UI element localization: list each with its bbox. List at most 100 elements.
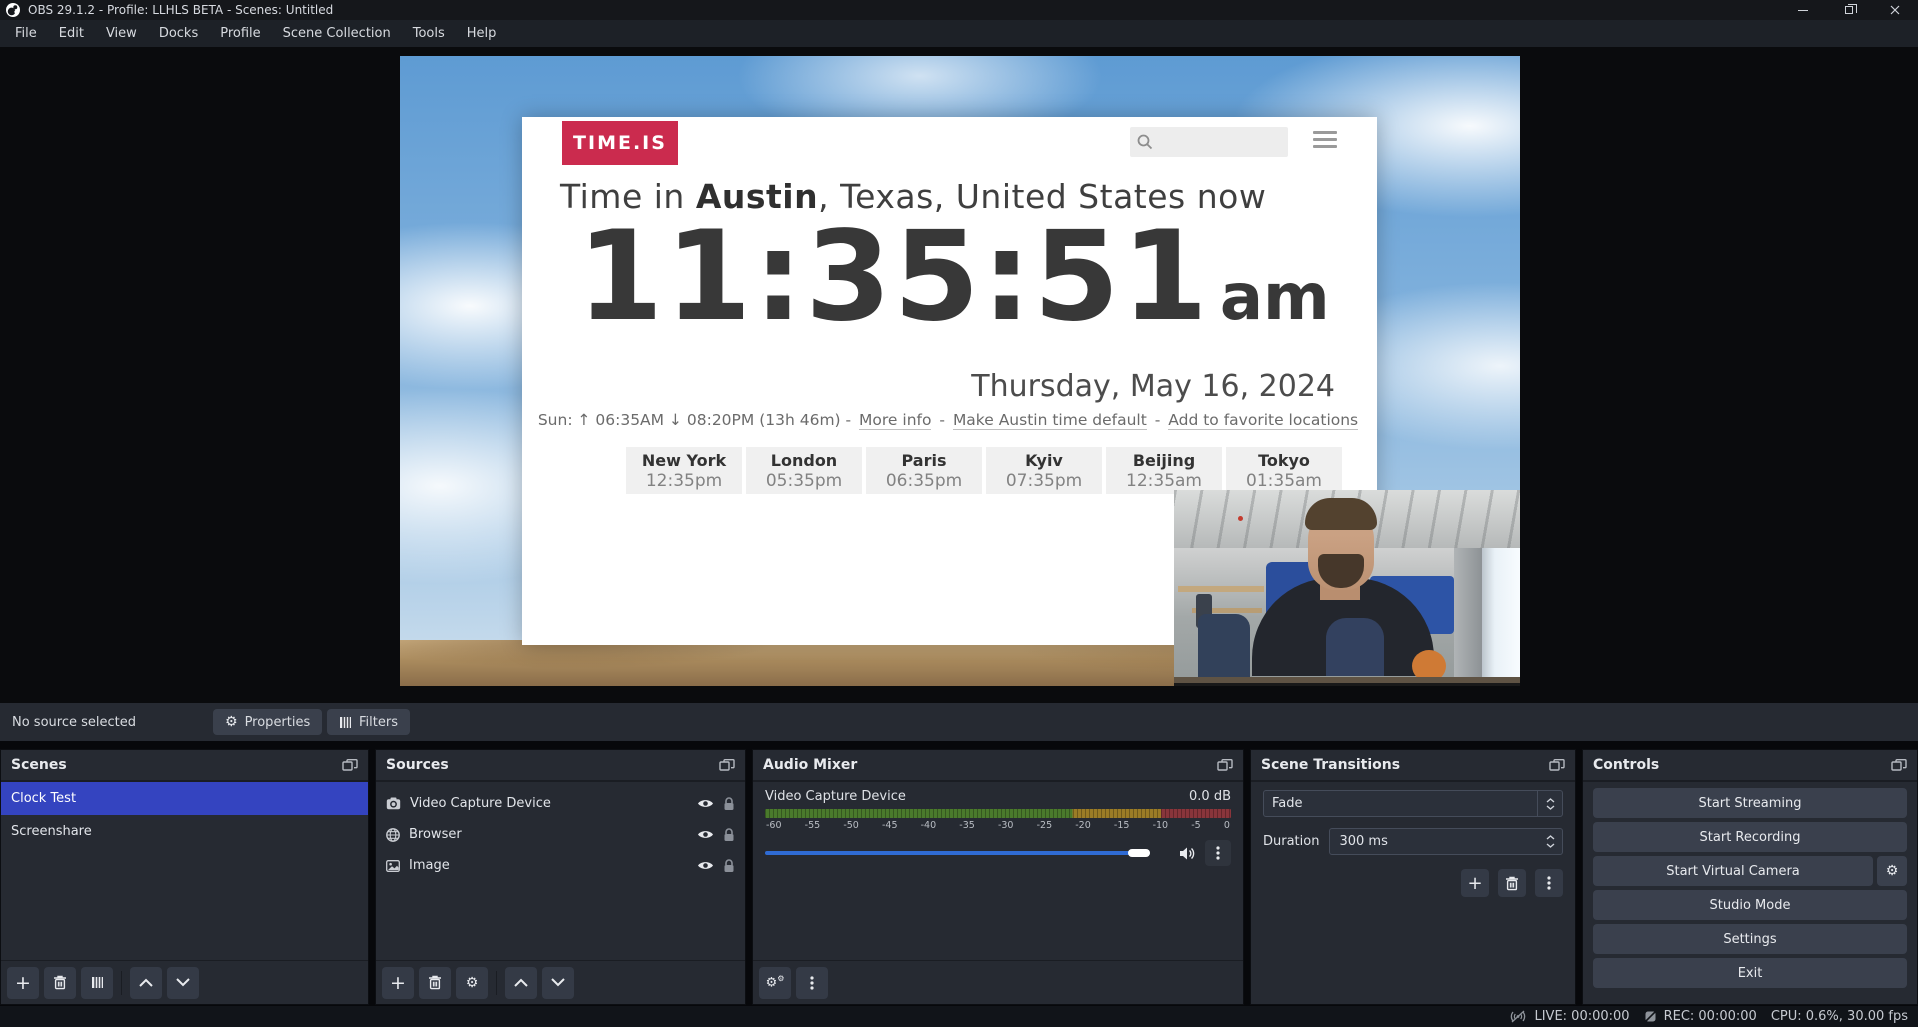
gear-icon: ⚙ [1886,864,1899,878]
titlebar: OBS 29.1.2 - Profile: LLHLS BETA - Scene… [0,0,1918,20]
make-default-link: Make Austin time default [953,411,1147,430]
virtual-camera-config-button[interactable]: ⚙ [1877,856,1907,886]
minimize-button[interactable] [1780,0,1826,20]
audio-mixer-header: Audio Mixer [753,750,1243,782]
advanced-audio-button[interactable]: ⚙⚙ [759,967,791,999]
controls-panel: Controls Start Streaming Start Recording… [1582,749,1918,1005]
sources-footer: + ⚙ [376,960,745,1004]
remove-source-button[interactable] [419,967,451,999]
popout-icon[interactable] [719,759,735,772]
add-source-button[interactable]: + [382,967,414,999]
kebab-icon [1216,846,1220,860]
eye-icon[interactable] [697,860,714,871]
source-row-browser[interactable]: Browser [376,819,745,850]
mixer-menu-button[interactable] [796,967,828,999]
move-scene-up-button[interactable] [130,967,162,999]
move-source-down-button[interactable] [542,967,574,999]
menu-item-file[interactable]: File [4,20,48,47]
move-scene-down-button[interactable] [167,967,199,999]
remove-transition-button[interactable] [1498,869,1526,897]
scene-filters-button[interactable] [81,967,113,999]
eye-icon[interactable] [697,829,714,840]
menu-item-scene-collection[interactable]: Scene Collection [272,20,402,47]
scene-transitions-panel: Scene Transitions Fade Duration 300 ms [1250,749,1576,1005]
mixer-channel: Video Capture Device 0.0 dB -60-55-50-45… [753,782,1243,866]
filters-button[interactable]: Filters [327,709,410,735]
popout-icon[interactable] [342,759,358,772]
timeis-date: Thursday, May 16, 2024 [971,369,1335,404]
scene-item-clock-test[interactable]: Clock Test [1,782,368,815]
globe-icon [386,828,400,842]
image-icon [386,860,400,872]
city-box-london: London 05:35pm [746,447,862,494]
rec-status: REC: 00:00:00 [1644,1009,1757,1024]
start-virtual-camera-button[interactable]: Start Virtual Camera [1593,856,1873,886]
start-recording-button[interactable]: Start Recording [1593,822,1907,852]
studio-mode-button[interactable]: Studio Mode [1593,890,1907,920]
timeis-sun-line: Sun: ↑ 06:35AM ↓ 08:20PM (13h 46m) - Mor… [522,411,1377,429]
live-status: LIVE: 00:00:00 [1509,1009,1629,1024]
speaker-icon[interactable] [1179,846,1196,861]
minimize-icon [1798,10,1808,11]
properties-button[interactable]: ⚙ Properties [213,709,322,735]
move-source-up-button[interactable] [505,967,537,999]
popout-icon[interactable] [1217,759,1233,772]
lock-icon[interactable] [723,859,735,873]
mixer-level-db: 0.0 dB [1189,789,1231,804]
menu-item-edit[interactable]: Edit [48,20,95,47]
menu-item-help[interactable]: Help [456,20,508,47]
restore-button[interactable] [1826,0,1872,20]
exit-button[interactable]: Exit [1593,958,1907,988]
add-scene-button[interactable]: + [7,967,39,999]
source-row-image[interactable]: Image [376,850,745,881]
duration-spinner[interactable]: 300 ms [1329,828,1563,855]
lock-icon[interactable] [723,797,735,811]
city-box-beijing: Beijing 12:35am [1106,447,1222,494]
remove-scene-button[interactable] [44,967,76,999]
city-box-paris: Paris 06:35pm [866,447,982,494]
clock-meridiem: am [1220,261,1330,335]
menu-item-tools[interactable]: Tools [402,20,456,47]
popout-icon[interactable] [1549,759,1565,772]
trash-icon [428,975,442,990]
duration-label: Duration [1263,834,1319,849]
volume-slider-handle[interactable] [1128,849,1150,857]
record-inactive-icon [1644,1010,1657,1023]
cpu-fps-status: CPU: 0.6%, 30.00 fps [1771,1009,1908,1024]
lock-icon[interactable] [723,828,735,842]
volume-slider[interactable] [765,846,1170,860]
arrow-down-icon [176,978,190,987]
add-transition-button[interactable]: + [1461,869,1489,897]
stream-inactive-icon [1509,1010,1527,1023]
restore-icon [1845,6,1853,14]
menu-item-view[interactable]: View [95,20,148,47]
source-toolbar: No source selected ⚙ Properties Filters [0,703,1918,741]
menu-bar: File Edit View Docks Profile Scene Colle… [0,20,1918,47]
settings-button[interactable]: Settings [1593,924,1907,954]
trash-icon [53,975,67,990]
source-properties-button[interactable]: ⚙ [456,967,488,999]
menu-item-profile[interactable]: Profile [209,20,271,47]
gear-icon: ⚙ [225,715,238,729]
transition-options-button[interactable] [1535,869,1563,897]
close-button[interactable] [1872,0,1918,20]
program-canvas[interactable]: TIME.IS Time in Austin, Texas, United St… [400,56,1520,686]
transition-select[interactable]: Fade [1263,790,1563,817]
mixer-options-button[interactable] [1205,840,1231,866]
timeis-search-box [1130,127,1288,157]
advanced-audio-gears-icon: ⚙⚙ [766,974,785,990]
mixer-footer: ⚙⚙ [753,960,1243,1004]
spinner-arrows-icon[interactable] [1538,835,1562,848]
controls-header: Controls [1583,750,1917,782]
eye-icon[interactable] [697,798,714,809]
source-row-video-capture[interactable]: Video Capture Device [376,788,745,819]
scenes-footer: + [1,960,368,1004]
scene-item-screenshare[interactable]: Screenshare [1,815,368,848]
start-streaming-button[interactable]: Start Streaming [1593,788,1907,818]
audio-mixer-panel: Audio Mixer Video Capture Device 0.0 dB … [752,749,1244,1005]
no-source-status: No source selected [12,715,136,730]
gear-icon: ⚙ [466,976,479,990]
menu-item-docks[interactable]: Docks [148,20,209,47]
city-times-row: New York 12:35pm London 05:35pm Paris 06… [626,447,1342,494]
popout-icon[interactable] [1891,759,1907,772]
